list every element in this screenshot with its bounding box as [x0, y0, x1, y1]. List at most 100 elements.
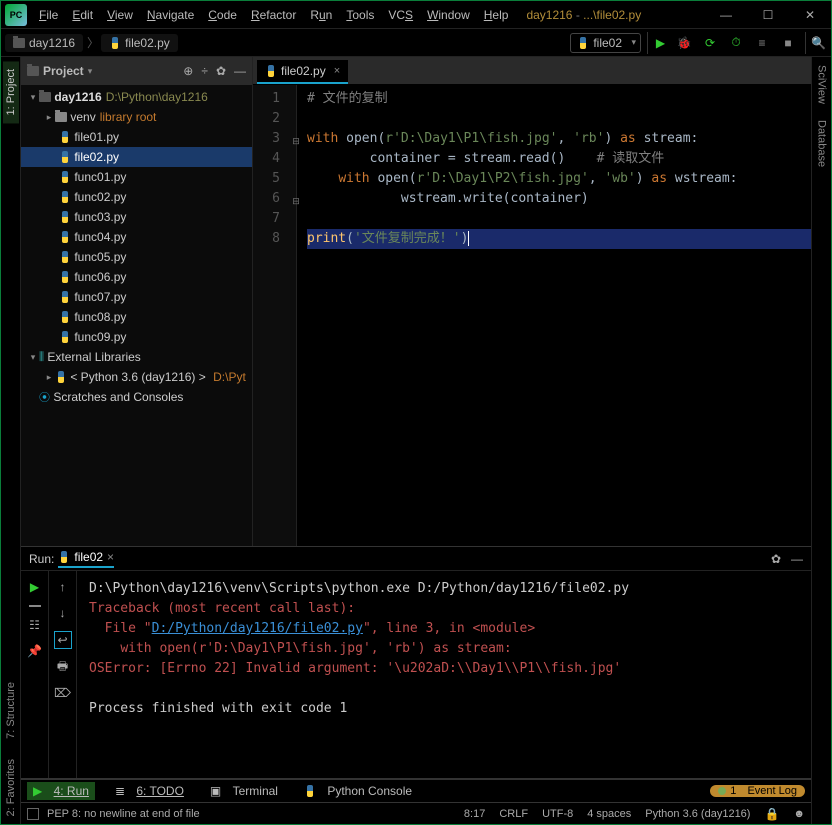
stop-run-button[interactable] [29, 605, 41, 607]
breadcrumb-file[interactable]: file02.py [101, 34, 178, 52]
chevron-down-icon[interactable]: ▾ [88, 66, 93, 77]
expand-all-icon[interactable]: ÷ [201, 64, 208, 78]
editor-tab-file02[interactable]: file02.py × [257, 60, 348, 84]
run-settings-icon[interactable]: ✿ [771, 552, 781, 566]
run-side-buttons-2: ↑ ↓ ↩ 🖶 ⌦ [49, 571, 77, 778]
tree-file-func07.py[interactable]: func07.py [21, 287, 252, 307]
tree-file-func01.py[interactable]: func01.py [21, 167, 252, 187]
attach-button[interactable]: ≡ [751, 32, 773, 54]
interpreter[interactable]: Python 3.6 (day1216) [645, 808, 750, 820]
tree-external-libs[interactable]: ▾⫼ External Libraries [21, 347, 252, 367]
python-icon [109, 37, 121, 49]
settings-icon[interactable]: ✿ [216, 64, 226, 78]
run-config-combo[interactable]: file02 [570, 33, 641, 53]
run-hide-icon[interactable]: — [791, 552, 803, 566]
tree-scratches[interactable]: ⦿ Scratches and Consoles [21, 387, 252, 407]
tool-tab-python-console[interactable]: Python Console [298, 782, 418, 800]
coverage-button[interactable]: ⟳ [699, 32, 721, 54]
pin-button[interactable]: 📌 [26, 643, 44, 659]
menu-refactor[interactable]: Refactor [245, 6, 302, 24]
editor-pane: file02.py × 12345678 ⊟⊟ # 文件的复制 with ope… [253, 57, 811, 546]
app-root: PC File Edit View Navigate Code Refactor… [0, 0, 832, 825]
print-button[interactable]: 🖶 [54, 659, 72, 675]
tool-tab-run[interactable]: ▶ 4: Run [27, 782, 95, 800]
tree-file-func09.py[interactable]: func09.py [21, 327, 252, 347]
line-ending[interactable]: CRLF [499, 808, 528, 820]
tree-file-func08.py[interactable]: func08.py [21, 307, 252, 327]
layout-button[interactable]: ☷ [26, 617, 44, 633]
code-text[interactable]: # 文件的复制 with open(r'D:\Day1\P1\fish.jpg'… [297, 85, 811, 546]
up-stack-button[interactable]: ↑ [54, 579, 72, 595]
tool-tab-sciview[interactable]: SciView [814, 57, 830, 112]
title-bar: PC File Edit View Navigate Code Refactor… [1, 1, 831, 29]
tree-file-func06.py[interactable]: func06.py [21, 267, 252, 287]
project-view-icon [27, 66, 39, 76]
menu-edit[interactable]: Edit [66, 6, 99, 24]
run-button[interactable]: ▶ [647, 32, 669, 54]
console-output[interactable]: D:\Python\day1216\venv\Scripts\python.ex… [77, 571, 811, 778]
tree-root[interactable]: ▾ day1216D:\Python\day1216 [21, 87, 252, 107]
hector-icon[interactable]: ☻ [793, 808, 805, 820]
search-everywhere-button[interactable]: 🔍 [805, 32, 827, 54]
menu-vcs[interactable]: VCS [382, 6, 419, 24]
stop-button[interactable]: ■ [777, 32, 799, 54]
python-icon [577, 37, 589, 49]
tree-file-func02.py[interactable]: func02.py [21, 187, 252, 207]
rerun-button[interactable]: ▶ [26, 579, 44, 595]
close-tab-icon[interactable]: × [334, 65, 340, 77]
maximize-button[interactable]: ☐ [747, 1, 789, 29]
window-controls: — ☐ ✕ [705, 1, 831, 29]
close-button[interactable]: ✕ [789, 1, 831, 29]
editor-tabs: file02.py × [253, 57, 811, 85]
project-tree[interactable]: ▾ day1216D:\Python\day1216▸ venvlibrary … [21, 85, 252, 546]
app-logo-icon: PC [5, 4, 27, 26]
menu-help[interactable]: Help [478, 6, 515, 24]
tree-file-file02.py[interactable]: file02.py [21, 147, 252, 167]
tool-tab-terminal[interactable]: ▣ Terminal [204, 782, 284, 800]
menu-tools[interactable]: Tools [340, 6, 380, 24]
tree-sdk[interactable]: ▸ < Python 3.6 (day1216) > D:\Pyt [21, 367, 252, 387]
breadcrumb-project[interactable]: day1216 [5, 34, 83, 52]
tree-file-func04.py[interactable]: func04.py [21, 227, 252, 247]
clear-all-button[interactable]: ⌦ [54, 685, 72, 701]
code-area[interactable]: 12345678 ⊟⊟ # 文件的复制 with open(r'D:\Day1\… [253, 85, 811, 546]
tree-file-file01.py[interactable]: file01.py [21, 127, 252, 147]
select-opened-file-icon[interactable]: ⊕ [183, 64, 193, 78]
tool-tab-todo[interactable]: ≣ 6: TODO [109, 782, 190, 800]
tool-tab-favorites[interactable]: 2: Favorites [3, 751, 19, 824]
menu-run[interactable]: Run [304, 6, 338, 24]
fold-markers[interactable]: ⊟⊟ [291, 131, 301, 211]
tree-file-func03.py[interactable]: func03.py [21, 207, 252, 227]
menu-code[interactable]: Code [202, 6, 243, 24]
main-menu: File Edit View Navigate Code Refactor Ru… [33, 6, 514, 24]
traceback-link[interactable]: D:/Python/day1216/file02.py [152, 621, 363, 636]
caret-position[interactable]: 8:17 [464, 808, 485, 820]
minimize-button[interactable]: — [705, 1, 747, 29]
readonly-lock-icon[interactable]: 🔒 [764, 807, 779, 821]
status-bar: PEP 8: no newline at end of file 8:17 CR… [21, 802, 811, 824]
event-log-button[interactable]: 1 Event Log [710, 785, 805, 797]
menu-view[interactable]: View [101, 6, 139, 24]
tree-file-func05.py[interactable]: func05.py [21, 247, 252, 267]
window-title-path: day1216 - ...\file02.py [526, 8, 641, 22]
breadcrumb-sep-icon: 〉 [87, 34, 99, 51]
tool-tab-database[interactable]: Database [814, 112, 830, 175]
tree-venv[interactable]: ▸ venvlibrary root [21, 107, 252, 127]
tool-tab-project[interactable]: 1: Project [3, 61, 19, 123]
soft-wrap-button[interactable]: ↩ [54, 631, 72, 649]
project-tool-window: Project ▾ ⊕ ÷ ✿ — ▾ day1216D:\Python\day… [21, 57, 253, 546]
profile-button[interactable]: ⏱ [725, 32, 747, 54]
debug-button[interactable]: 🐞 [673, 32, 695, 54]
run-header: Run: file02 × ✿ — [21, 547, 811, 571]
tool-windows-toggle-icon[interactable] [27, 808, 39, 820]
hide-icon[interactable]: — [234, 64, 246, 78]
run-config-tab[interactable]: file02 × [58, 550, 114, 568]
indent[interactable]: 4 spaces [587, 808, 631, 820]
down-stack-button[interactable]: ↓ [54, 605, 72, 621]
menu-navigate[interactable]: Navigate [141, 6, 200, 24]
encoding[interactable]: UTF-8 [542, 808, 573, 820]
menu-file[interactable]: File [33, 6, 64, 24]
tool-tab-structure[interactable]: 7: Structure [3, 674, 19, 747]
project-header: Project ▾ ⊕ ÷ ✿ — [21, 57, 252, 85]
menu-window[interactable]: Window [421, 6, 476, 24]
